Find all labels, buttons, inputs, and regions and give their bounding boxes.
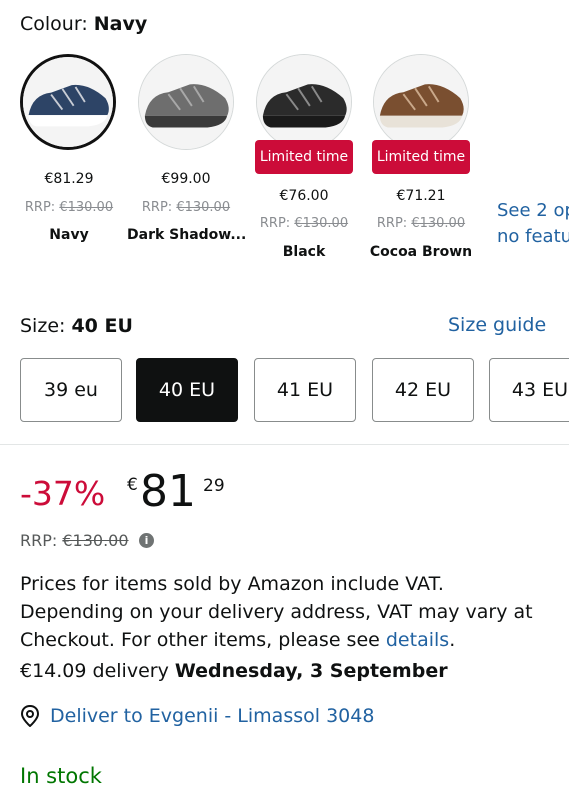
limited-time-badge: Limited time: [372, 140, 470, 174]
shoe-image-dark-shadow: [138, 54, 234, 150]
swatch-name: Black: [282, 244, 326, 260]
size-option-42[interactable]: 42 EU: [372, 358, 474, 422]
rrp-value: €130.00: [62, 531, 129, 550]
section-divider: [0, 444, 569, 445]
stock-status: In stock: [20, 764, 102, 788]
vat-notice: Prices for items sold by Amazon include …: [20, 570, 550, 654]
location-pin-icon: [20, 705, 40, 727]
colour-swatches: €81.29 RRP: €130.00 Navy €99.00 RRP: €13…: [0, 52, 569, 282]
see-more-line-1: See 2 options: [497, 200, 569, 221]
size-label: Size: 40 EU: [20, 315, 133, 337]
colour-value: Navy: [93, 13, 148, 35]
size-guide-link[interactable]: Size guide: [448, 314, 546, 336]
limited-time-badge: Limited time: [255, 140, 353, 174]
price-whole: 81: [140, 466, 196, 517]
size-option-41[interactable]: 41 EU: [254, 358, 356, 422]
swatch-name: Dark Shadow...: [127, 227, 245, 243]
see-more-options-link[interactable]: See 2 options no featured offers: [497, 198, 569, 250]
delivery-date: Wednesday, 3 September: [174, 660, 448, 682]
swatch-rrp: RRP: €130.00: [376, 216, 466, 231]
price-fraction: 29: [203, 476, 225, 496]
swatch-price: €81.29: [44, 171, 94, 187]
discount-percent: -37%: [20, 474, 106, 513]
deliver-to-link[interactable]: Deliver to Evgenii - Limassol 3048: [50, 705, 374, 727]
size-label-text: Size:: [20, 315, 66, 337]
price-currency: €: [127, 475, 138, 495]
swatch-price: €76.00: [279, 188, 329, 204]
rrp-label: RRP:: [20, 531, 58, 550]
size-value: 40 EU: [71, 315, 133, 337]
rrp-price: RRP: €130.00: [20, 531, 129, 550]
delivery-info: €14.09 delivery Wednesday, 3 September: [20, 660, 448, 682]
colour-label: Colour: Navy: [20, 13, 147, 35]
swatch-price: €99.00: [161, 171, 211, 187]
swatch-rrp: RRP: €130.00: [259, 216, 349, 231]
swatch-rrp: RRP: €130.00: [141, 200, 231, 215]
colour-label-text: Colour:: [20, 13, 88, 35]
see-more-line-2: no featured offers: [497, 226, 569, 247]
vat-text: Prices for items sold by Amazon include …: [20, 573, 533, 651]
delivery-cost: €14.09 delivery: [20, 660, 169, 682]
size-option-40[interactable]: 40 EU: [136, 358, 238, 422]
swatch-name: Navy: [49, 227, 89, 243]
swatch-rrp: RRP: €130.00: [24, 200, 114, 215]
vat-end: .: [449, 629, 456, 651]
shoe-image-black: [256, 54, 352, 150]
shoe-image-cocoa-brown: [373, 54, 469, 150]
swatch-name: Cocoa Brown: [369, 244, 473, 260]
swatch-price: €71.21: [396, 188, 446, 204]
info-icon[interactable]: i: [139, 533, 154, 548]
size-option-39[interactable]: 39 eu: [20, 358, 122, 422]
size-option-43[interactable]: 43 EU: [489, 358, 569, 422]
shoe-image-navy: [20, 54, 116, 150]
vat-details-link[interactable]: details: [386, 629, 449, 651]
